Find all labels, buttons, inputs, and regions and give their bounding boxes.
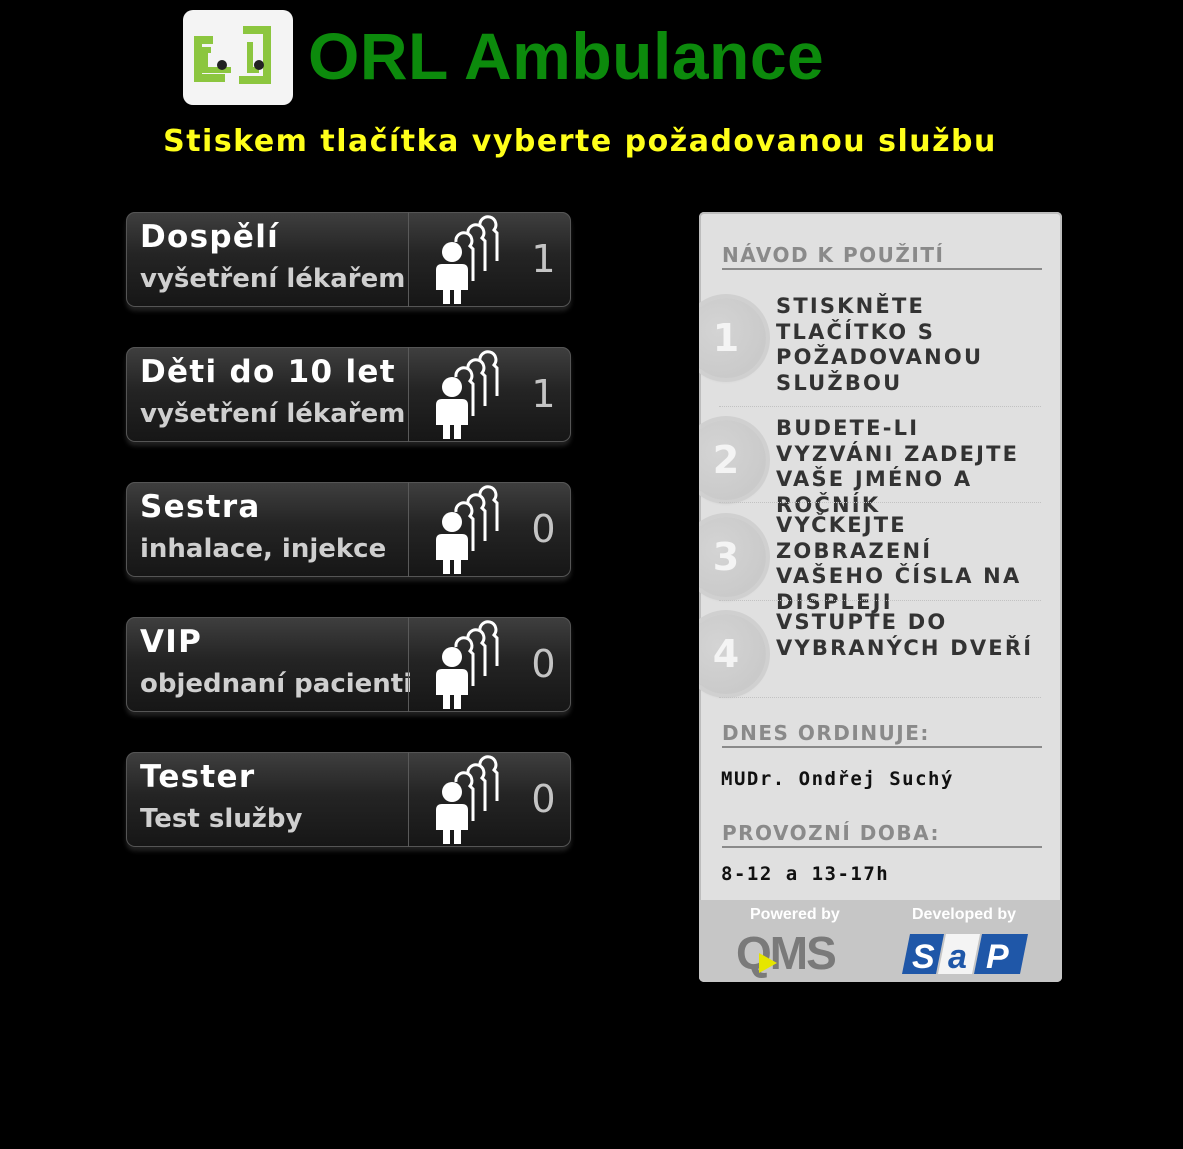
service-name: Sestra [140, 489, 261, 525]
service-description: objednaní pacienti [140, 669, 413, 699]
service-description: inhalace, injekce [140, 534, 387, 564]
step-number: 1 [699, 298, 766, 378]
step-divider [719, 502, 1041, 503]
step-text: STISKNĚTE TLAČÍTKO S POŽADOVANOU SLUŽBOU [776, 294, 984, 395]
powered-by-label: Powered by [750, 906, 840, 923]
queue-count: 1 [531, 237, 556, 281]
step-divider [719, 600, 1041, 601]
step-number: 4 [699, 614, 766, 694]
step-number: 3 [699, 517, 766, 597]
doctor-heading: DNES ORDINUJE: [722, 720, 1042, 748]
service-name: Tester [140, 759, 256, 795]
service-description: vyšetření lékařem [140, 399, 406, 429]
instructions-heading: NÁVOD K POUŽITÍ [722, 242, 1042, 270]
doctor-name: MUDr. Ondřej Suchý [721, 768, 954, 790]
queue-count: 0 [531, 642, 556, 686]
svg-text:a: a [948, 938, 967, 976]
cl-logo-icon [194, 26, 271, 84]
service-name: Dospělí [140, 219, 280, 255]
qms-logo: QMS [736, 927, 837, 979]
qms-logo-arrow-icon [759, 953, 777, 973]
queue-count: 0 [531, 777, 556, 821]
info-panel: NÁVOD K POUŽITÍ 1 STISKNĚTE TLAČÍTKO S P… [699, 212, 1062, 982]
panel-footer: Powered by QMS Developed by S a P [699, 900, 1062, 982]
people-queue-icon [436, 755, 499, 844]
service-button-dospeli[interactable]: Dospělí vyšetření lékařem 1 [126, 212, 571, 307]
step-divider [719, 406, 1041, 407]
opening-hours: 8-12 a 13-17h [721, 863, 890, 885]
app-title: ORL Ambulance [308, 19, 825, 93]
service-button-vip[interactable]: VIP objednaní pacienti 0 [126, 617, 571, 712]
hours-heading: PROVOZNÍ DOBA: [722, 820, 1042, 848]
service-divider [408, 347, 409, 442]
queue-count: 1 [531, 372, 556, 416]
page-instruction: Stiskem tlačítka vyberte požadovanou slu… [163, 124, 997, 159]
people-queue-icon [436, 350, 499, 439]
service-button-tester[interactable]: Tester Test služby 0 [126, 752, 571, 847]
service-description: vyšetření lékařem [140, 264, 406, 294]
service-button-deti[interactable]: Děti do 10 let vyšetření lékařem 1 [126, 347, 571, 442]
service-divider [408, 617, 409, 712]
service-name: Děti do 10 let [140, 354, 396, 390]
svg-text:S: S [912, 938, 935, 976]
service-divider [408, 752, 409, 847]
queue-count: 0 [531, 507, 556, 551]
step-divider [719, 697, 1041, 698]
service-name: VIP [140, 624, 203, 660]
sap-logo: S a P [902, 934, 1028, 976]
service-description: Test služby [140, 804, 303, 834]
step-number: 2 [699, 420, 766, 500]
app-logo [183, 10, 293, 105]
service-divider [408, 212, 409, 307]
developed-by-label: Developed by [912, 906, 1017, 923]
people-queue-icon [436, 620, 499, 709]
service-button-sestra[interactable]: Sestra inhalace, injekce 0 [126, 482, 571, 577]
svg-text:P: P [986, 938, 1009, 976]
step-text: VSTUPTE DO VYBRANÝCH DVEŘÍ [776, 610, 1034, 660]
service-divider [408, 482, 409, 577]
people-queue-icon [436, 485, 499, 574]
people-queue-icon [436, 215, 499, 304]
